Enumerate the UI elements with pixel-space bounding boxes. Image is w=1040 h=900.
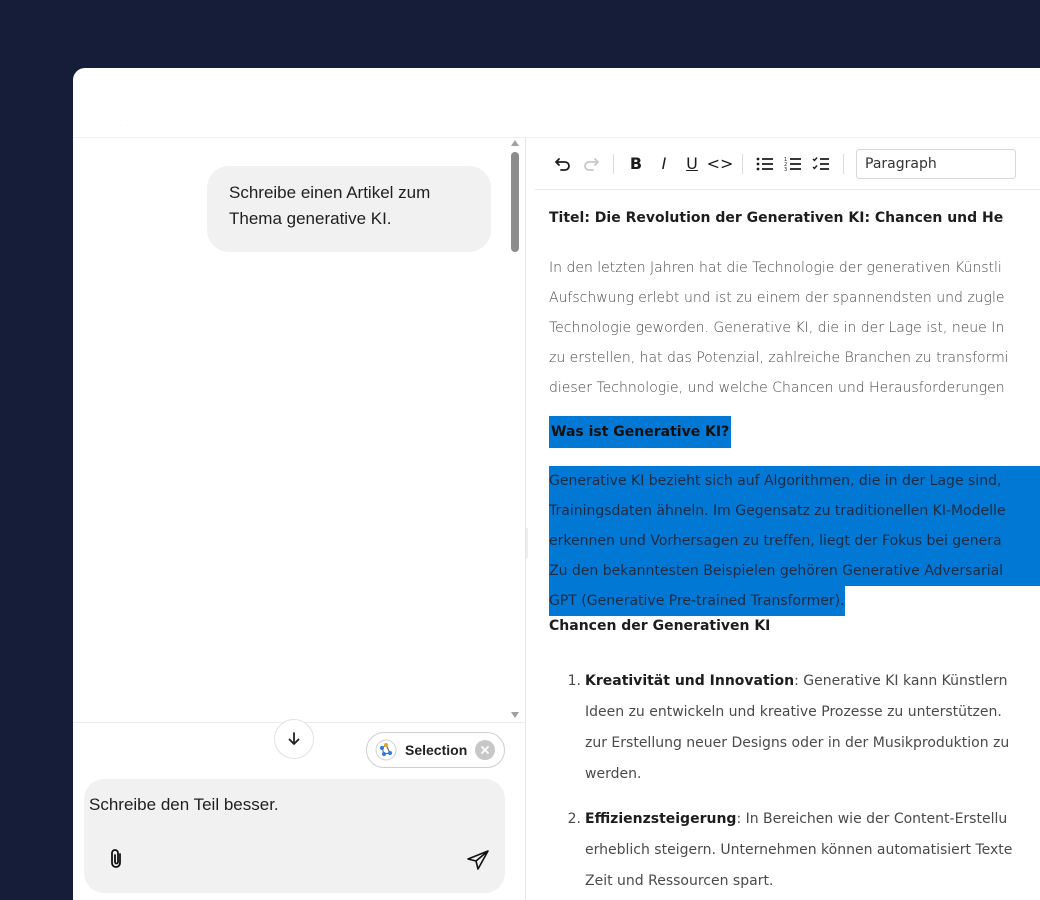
code-button[interactable]: <> (706, 150, 734, 178)
section-heading: Chancen der Generativen KI (549, 618, 771, 634)
checklist-icon (812, 156, 829, 170)
undo-button[interactable] (549, 150, 577, 178)
user-message-line: Thema generative KI. (229, 209, 392, 228)
list-item-line: werden. (585, 766, 642, 782)
list-item: 2. Effizienzsteigerung: In Bereichen wie… (549, 804, 1040, 897)
selection-chip[interactable]: Selection (366, 732, 505, 768)
list-item-body: Kreativität und Innovation: Generative K… (585, 666, 1040, 790)
selected-line: Trainingsdaten ähneln. Im Gegensatz zu t… (549, 496, 1040, 526)
selected-line: GPT (Generative Pre-trained Transformer)… (549, 586, 845, 616)
list-item-line: Ideen zu entwickeln und kreative Prozess… (585, 704, 1002, 720)
paragraph-line: Technologie geworden. Generative KI, die… (549, 320, 1005, 336)
bold-button[interactable]: B (622, 150, 650, 178)
selected-paragraph: Generative KI bezieht sich auf Algorithm… (549, 466, 1040, 616)
toolbar-separator (843, 153, 844, 174)
remove-selection-button[interactable] (475, 740, 496, 760)
header-tab[interactable]: · · · (113, 120, 129, 131)
list-item-first-line: Kreativität und Innovation: Generative K… (585, 666, 1040, 697)
list-item-line: Zeit und Ressourcen spart. (585, 873, 774, 889)
block-type-select[interactable]: Paragraph (856, 148, 1016, 179)
list-item-line: zur Erstellung neuer Designs oder in der… (585, 735, 1010, 751)
list-item-text: : Generative KI kann Künstlern (794, 673, 1008, 689)
paragraph-line: dieser Technologie, und welche Chancen u… (549, 380, 1005, 396)
redo-button[interactable] (577, 150, 605, 178)
pane-resizer[interactable] (525, 138, 535, 900)
message-input[interactable] (89, 795, 469, 815)
scrollbar-thumb[interactable] (511, 152, 519, 252)
underline-button[interactable]: U (678, 150, 706, 178)
numbered-list-icon: 123 (784, 157, 801, 172)
send-icon[interactable] (466, 849, 490, 871)
redo-icon (584, 157, 599, 171)
selected-line: Zu den bekanntesten Beispielen gehören G… (549, 556, 1040, 586)
list-item-text: : In Bereichen wie der Content-Erstellu (736, 811, 1008, 827)
arrow-down-icon (288, 732, 300, 745)
toolbar-separator (742, 153, 743, 174)
user-message-line: Schreibe einen Artikel zum (229, 183, 431, 202)
bullet-list-button[interactable] (751, 150, 779, 178)
list-item-first-line: Effizienzsteigerung: In Bereichen wie de… (585, 804, 1040, 835)
svg-text:3: 3 (784, 167, 787, 172)
selection-graph-icon (375, 739, 397, 761)
selected-line: Generative KI bezieht sich auf Algorithm… (549, 466, 1040, 496)
bullet-list-icon (756, 157, 773, 170)
chat-scrollbar[interactable] (509, 138, 521, 722)
document-title: Titel: Die Revolution der Generativen KI… (549, 210, 1004, 226)
close-icon (481, 746, 490, 754)
window-header: · · · (73, 68, 1040, 138)
paragraph-line: Aufschwung erlebt und ist zu einem der s… (549, 290, 1005, 306)
paragraph-line: zu erstellen, hat das Potenzial, zahlrei… (549, 350, 1009, 366)
list-item-bold: Kreativität und Innovation (585, 673, 795, 689)
list-item: 1. Kreativität und Innovation: Generativ… (549, 666, 1040, 790)
selected-line: erkennen und Vorhersagen zu treffen, lie… (549, 526, 1040, 556)
undo-icon (555, 157, 570, 171)
selection-chip-label: Selection (405, 742, 468, 758)
app-window: · · · Schreibe einen Artikel zum Thema g… (73, 68, 1040, 900)
user-message-bubble: Schreibe einen Artikel zum Thema generat… (207, 166, 491, 252)
scroll-to-bottom-button[interactable] (274, 719, 314, 759)
resizer-grip[interactable] (526, 528, 528, 558)
checklist-button[interactable] (807, 150, 835, 178)
scroll-down-arrow-icon[interactable] (511, 712, 519, 718)
paperclip-icon[interactable] (106, 847, 128, 871)
chat-message-list[interactable]: Schreibe einen Artikel zum Thema generat… (73, 138, 525, 722)
document-editor: B I U <> 123 Paragraph Titel: Die Revolu… (535, 138, 1040, 900)
intro-paragraph: In den letzten Jahren hat die Technologi… (549, 253, 1009, 403)
list-item-body: Effizienzsteigerung: In Bereichen wie de… (585, 804, 1040, 897)
numbered-list-button[interactable]: 123 (779, 150, 807, 178)
selected-heading: Was ist Generative KI? (549, 416, 732, 448)
paragraph-line: In den letzten Jahren hat die Technologi… (549, 260, 1002, 276)
editor-toolbar: B I U <> 123 Paragraph (535, 138, 1040, 190)
list-item-number: 1. (567, 673, 581, 689)
list-item-bold: Effizienzsteigerung (585, 811, 737, 827)
scroll-up-arrow-icon[interactable] (511, 140, 519, 146)
chat-panel: Schreibe einen Artikel zum Thema generat… (73, 138, 525, 900)
message-composer (84, 779, 505, 893)
toolbar-separator (613, 153, 614, 174)
list-item-number: 2. (567, 811, 581, 827)
ordered-list: 1. Kreativität und Innovation: Generativ… (549, 666, 1040, 897)
italic-button[interactable]: I (650, 150, 678, 178)
list-item-line: erheblich steigern. Unternehmen können a… (585, 842, 1013, 858)
